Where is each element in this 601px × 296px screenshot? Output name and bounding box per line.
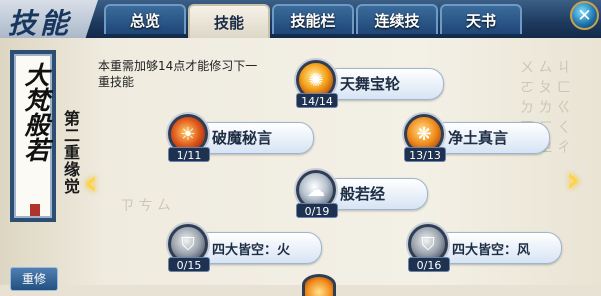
skill-name: 净土真言 [448, 129, 509, 147]
skill-name: 天舞宝轮 [340, 75, 401, 93]
top-bar: 技能 总览 技能 技能栏 连续技 天书 ✕ [0, 0, 601, 42]
scroll-title: 大梵般若 [21, 62, 50, 162]
skill-node-jingtu-zhenyan[interactable]: 净土真言 ❋ 13/13 [404, 114, 554, 162]
skill-node-sida-jiekong-fire[interactable]: 四大皆空：火 ⛉ 0/15 [168, 224, 322, 272]
skill-level: 14/14 [296, 93, 338, 108]
close-button[interactable]: ✕ [570, 1, 599, 30]
next-stage-arrow-icon[interactable]: › [566, 160, 590, 200]
skill-level: 13/13 [404, 147, 446, 162]
seal-icon [30, 204, 40, 216]
tab-overview[interactable]: 总览 [104, 4, 186, 34]
skill-node-bore-jing[interactable]: 般若经 ☁ 0/19 [296, 170, 446, 218]
skill-level: 0/15 [168, 257, 210, 272]
page-title: 技能 [8, 7, 73, 40]
school-scroll: 大梵般若 [10, 50, 56, 222]
skill-name: 破魔秘言 [212, 129, 273, 147]
skill-name: 般若经 [340, 185, 386, 203]
background-script-icon: ㄗ ㄘ ㄙ [120, 198, 171, 214]
prev-stage-arrow-icon[interactable]: ‹ [84, 163, 108, 203]
skill-node-tianwu-baolun[interactable]: 天舞宝轮 ✺ 14/14 [296, 60, 446, 108]
title-plaque: 技能 [0, 0, 98, 42]
skill-node-pomo-miyan[interactable]: 破魔秘言 ☀ 1/11 [168, 114, 318, 162]
close-icon: ✕ [577, 5, 592, 26]
tab-combo[interactable]: 连续技 [356, 4, 438, 34]
stage-label: 第二重缘觉 [61, 110, 80, 195]
next-skill-icon[interactable] [302, 274, 336, 296]
skill-node-sida-jiekong-wind[interactable]: 四大皆空：风 ⛉ 0/16 [408, 224, 562, 272]
skill-level: 0/16 [408, 257, 450, 272]
skill-name: 四大皆空：火 [212, 243, 291, 258]
tab-skill-bar[interactable]: 技能栏 [272, 4, 354, 34]
skill-level: 0/19 [296, 203, 338, 218]
repair-button[interactable]: 重修 [10, 267, 58, 291]
skill-name: 四大皆空：风 [452, 243, 531, 258]
tab-skills[interactable]: 技能 [188, 4, 270, 38]
requirement-text: 本重需加够14点才能修习下一重技能 [98, 59, 258, 89]
skill-level: 1/11 [168, 147, 210, 162]
tab-heavenly-book[interactable]: 天书 [440, 4, 522, 34]
